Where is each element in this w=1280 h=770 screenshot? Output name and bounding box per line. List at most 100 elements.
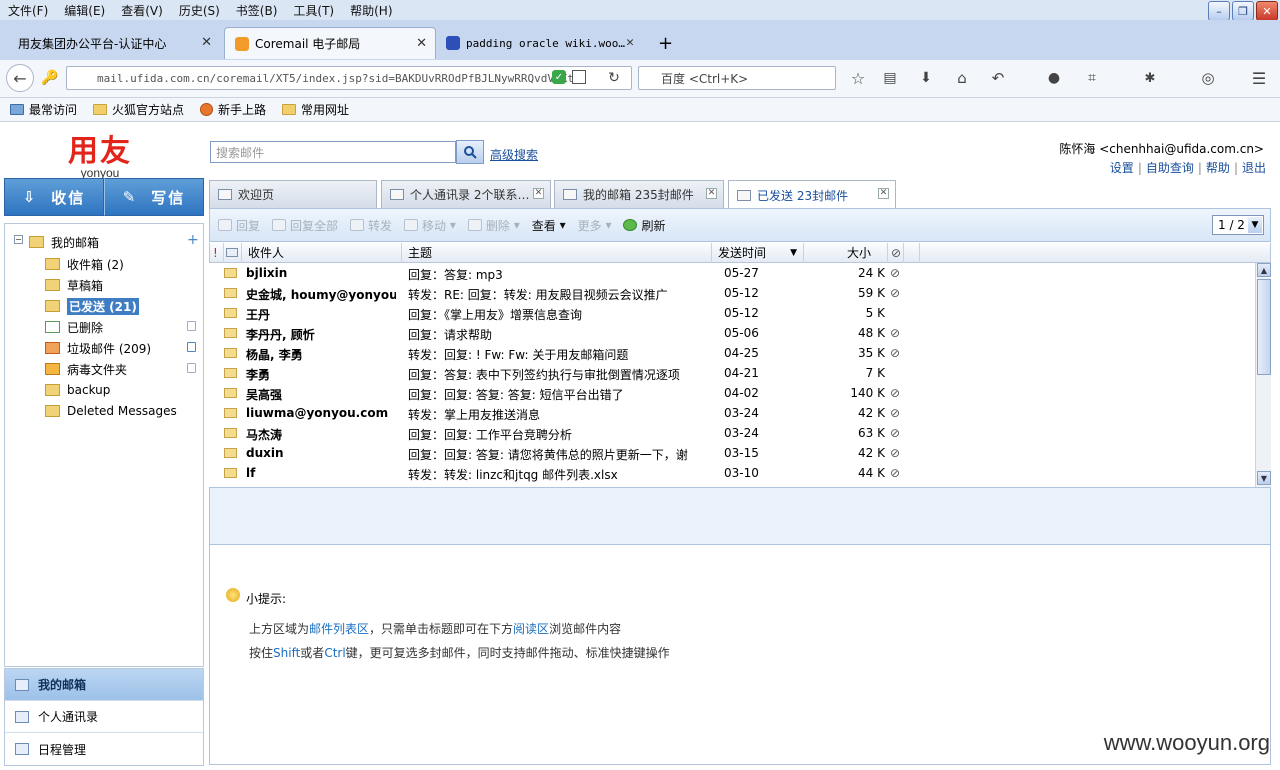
move-button[interactable]: 移动 ▾	[404, 217, 456, 234]
receive-button[interactable]: ⇩ 收信	[4, 178, 104, 216]
menu-bookmarks[interactable]: 书签(B)	[228, 2, 286, 19]
help-link[interactable]: 帮助	[1206, 161, 1230, 175]
logout-link[interactable]: 退出	[1242, 161, 1266, 175]
bookmark-star-icon[interactable]: ☆	[848, 68, 868, 88]
advanced-search-link[interactable]: 高级搜索	[490, 146, 538, 163]
key-icon[interactable]: 🔑	[38, 66, 62, 90]
browser-tab-coremail[interactable]: Coremail 电子邮局 ✕	[224, 27, 436, 59]
qr-code-icon[interactable]	[572, 70, 586, 84]
bookmark-firefox-site[interactable]: 火狐官方站点	[87, 101, 190, 118]
empty-virus-icon[interactable]	[187, 363, 196, 373]
more-button[interactable]: 更多 ▾	[578, 217, 612, 234]
tab-my-mailbox[interactable]: 我的邮箱 235封邮件 ✕	[554, 180, 724, 208]
folder-backup[interactable]: backup	[45, 381, 110, 399]
nav-calendar[interactable]: 日程管理	[5, 733, 203, 765]
close-tab-icon[interactable]: ✕	[533, 188, 544, 199]
folder-virus[interactable]: 病毒文件夹	[45, 360, 127, 378]
table-row[interactable]: 李丹丹, 顾忻 回复：请求帮助 05-06 48 K ⊘	[209, 323, 1255, 343]
tab-sent[interactable]: 已发送 23封邮件 ✕	[728, 180, 896, 209]
close-tab-icon[interactable]: ✕	[416, 36, 427, 51]
minimize-button[interactable]: –	[1208, 1, 1230, 21]
reload-icon[interactable]: ↻	[604, 68, 624, 88]
reply-button[interactable]: 回复	[218, 217, 260, 234]
folder-deleted[interactable]: 已删除	[45, 318, 103, 336]
hamburger-menu-icon[interactable]: ☰	[1248, 68, 1270, 88]
menu-tools[interactable]: 工具(T)	[285, 2, 342, 19]
home-icon[interactable]: ⌂	[952, 68, 972, 88]
nav-contacts[interactable]: 个人通讯录	[5, 701, 203, 733]
close-window-button[interactable]: ✕	[1256, 1, 1278, 21]
menu-view[interactable]: 查看(V)	[113, 2, 171, 19]
pane-splitter[interactable]	[209, 487, 1271, 545]
refresh-button[interactable]: 刷新	[623, 217, 666, 234]
bug-icon[interactable]: ✱	[1140, 68, 1160, 88]
attachment-column-icon[interactable]: ⊘	[888, 243, 904, 263]
column-date[interactable]: 发送时间 ▼	[712, 243, 804, 263]
close-tab-icon[interactable]: ✕	[201, 35, 212, 50]
close-tab-icon[interactable]: ✕	[878, 188, 889, 199]
new-tab-button[interactable]: +	[648, 27, 678, 59]
close-tab-icon[interactable]: ✕	[706, 188, 717, 199]
priority-column-icon[interactable]: !	[210, 243, 224, 263]
table-row[interactable]: 王丹 回复：《掌上用友》增票信息查询 05-12 5 K	[209, 303, 1255, 323]
add-folder-icon[interactable]: +	[187, 232, 199, 248]
read-status-column-icon[interactable]	[224, 243, 242, 263]
bookmark-getting-started[interactable]: 新手上路	[194, 101, 272, 118]
folder-root[interactable]: 我的邮箱	[29, 233, 99, 251]
folder-spam[interactable]: 垃圾邮件 (209)	[45, 339, 151, 357]
tab-welcome[interactable]: 欢迎页	[209, 180, 377, 208]
chat-icon[interactable]: ●	[1044, 68, 1064, 88]
back-button[interactable]: ←	[6, 64, 34, 92]
menu-file[interactable]: 文件(F)	[0, 2, 56, 19]
bookmark-most-visited[interactable]: 最常访问	[4, 101, 83, 118]
folder-deleted-messages[interactable]: Deleted Messages	[45, 402, 177, 420]
table-row[interactable]: 杨晶, 李勇 转发：回复: ! Fw: Fw: 关于用友邮箱问题 04-25 35 K…	[209, 343, 1255, 363]
table-row[interactable]: liuwma@yonyou.com 转发：掌上用友推送消息 03-24 42 K ⊘	[209, 403, 1255, 423]
shield-icon[interactable]: ✓	[552, 70, 566, 84]
folder-drafts[interactable]: 草稿箱	[45, 276, 103, 294]
menu-edit[interactable]: 编辑(E)	[56, 2, 113, 19]
page-selector[interactable]: 1 / 2 ▼	[1212, 215, 1264, 235]
folder-inbox[interactable]: 收件箱 (2)	[45, 255, 124, 273]
collapse-icon[interactable]: −	[14, 235, 23, 244]
delete-button[interactable]: 删除 ▾	[467, 217, 520, 234]
tab-contacts[interactable]: 个人通讯录 2个联系… ✕	[381, 180, 551, 208]
self-service-link[interactable]: 自助查询	[1146, 161, 1194, 175]
forward-button[interactable]: 转发	[350, 217, 392, 234]
table-row[interactable]: duxin 回复：回复: 答复: 请您将黄伟总的照片更新一下，谢谢啦 03-15 42…	[209, 443, 1255, 463]
table-row[interactable]: bjlixin 回复：答复: mp3 05-27 24 K ⊘	[209, 263, 1255, 283]
empty-trash-icon[interactable]	[187, 321, 196, 331]
scroll-up-icon[interactable]: ▲	[1257, 263, 1271, 277]
table-row[interactable]: 吴高强 回复：回复: 答复: 答复: 短信平台出错了 04-02 140 K ⊘	[209, 383, 1255, 403]
undo-icon[interactable]: ↶	[988, 68, 1008, 88]
table-row[interactable]: 马杰涛 回复：回复: 工作平台竞聘分析 03-24 63 K ⊘	[209, 423, 1255, 443]
restore-button[interactable]: ❐	[1232, 1, 1254, 21]
mail-search-input[interactable]: 搜索邮件	[210, 141, 456, 163]
browser-tab-auth[interactable]: 用友集团办公平台-认证中心 ✕	[8, 27, 220, 59]
browser-tab-wiki[interactable]: padding oracle wiki.woo… ✕	[436, 27, 642, 59]
view-button[interactable]: 查看 ▾	[532, 217, 566, 234]
empty-spam-icon[interactable]	[187, 342, 196, 352]
table-row[interactable]: 李勇 回复：答复: 表中下列签约执行与审批倒置情况逐项 04-21 7 K	[209, 363, 1255, 383]
table-row[interactable]: lf 转发：转发: linzc和jtqg 邮件列表.xlsx 03-10 44 K ⊘	[209, 463, 1255, 483]
globe-icon[interactable]: ◎	[1198, 68, 1218, 88]
url-bar[interactable]: mail.ufida.com.cn/coremail/XT5/index.jsp…	[66, 66, 632, 90]
reply-all-button[interactable]: 回复全部	[272, 217, 338, 234]
browser-search-input[interactable]: 百度 <Ctrl+K>	[638, 66, 836, 90]
settings-link[interactable]: 设置	[1110, 161, 1134, 175]
table-row[interactable]: 史金城, houmy@yonyou 转发：RE: 回复：转发: 用友殿目视频云会议…	[209, 283, 1255, 303]
nav-my-mailbox[interactable]: 我的邮箱	[5, 669, 203, 701]
mail-list-scrollbar[interactable]: ▲ ▼	[1255, 263, 1271, 487]
compose-button[interactable]: ✎ 写信	[104, 178, 204, 216]
scroll-down-icon[interactable]: ▼	[1257, 471, 1271, 485]
column-size[interactable]: 大小	[804, 243, 888, 263]
reading-list-icon[interactable]: ▤	[880, 68, 900, 88]
menu-history[interactable]: 历史(S)	[171, 2, 228, 19]
menu-help[interactable]: 帮助(H)	[342, 2, 400, 19]
mail-search-button[interactable]	[456, 140, 484, 164]
column-subject[interactable]: 主题	[402, 243, 712, 263]
folder-sent[interactable]: 已发送 (21)	[45, 297, 139, 315]
download-icon[interactable]: ⬇	[916, 68, 936, 88]
bookmark-common-sites[interactable]: 常用网址	[276, 101, 355, 118]
close-tab-icon[interactable]: ✕	[626, 35, 634, 50]
